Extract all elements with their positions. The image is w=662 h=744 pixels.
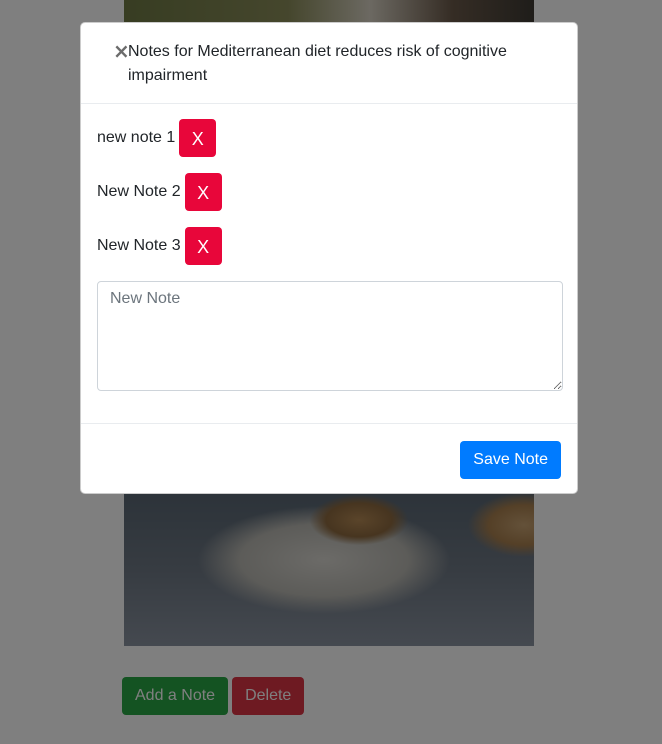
note-text: New Note 2 — [97, 183, 181, 200]
note-item: New Note 2 X — [97, 173, 563, 211]
note-text: new note 1 — [97, 129, 176, 146]
remove-note-button[interactable]: X — [184, 173, 222, 211]
remove-note-button[interactable]: X — [179, 119, 217, 157]
remove-note-button[interactable]: X — [184, 227, 222, 265]
note-text: New Note 3 — [97, 237, 181, 254]
save-note-button[interactable]: Save Note — [460, 441, 561, 479]
note-item: new note 1 X — [97, 119, 563, 157]
note-item: New Note 3 X — [97, 227, 563, 265]
modal-header: × Notes for Mediterranean diet reduces r… — [81, 23, 577, 104]
notes-modal: × Notes for Mediterranean diet reduces r… — [80, 22, 578, 494]
modal-footer: Save Note — [81, 423, 577, 494]
close-icon[interactable]: × — [113, 40, 130, 62]
new-note-input[interactable] — [97, 281, 563, 391]
modal-title: Notes for Mediterranean diet reduces ris… — [128, 43, 507, 84]
modal-body: new note 1 X New Note 2 X New Note 3 X — [97, 119, 563, 391]
